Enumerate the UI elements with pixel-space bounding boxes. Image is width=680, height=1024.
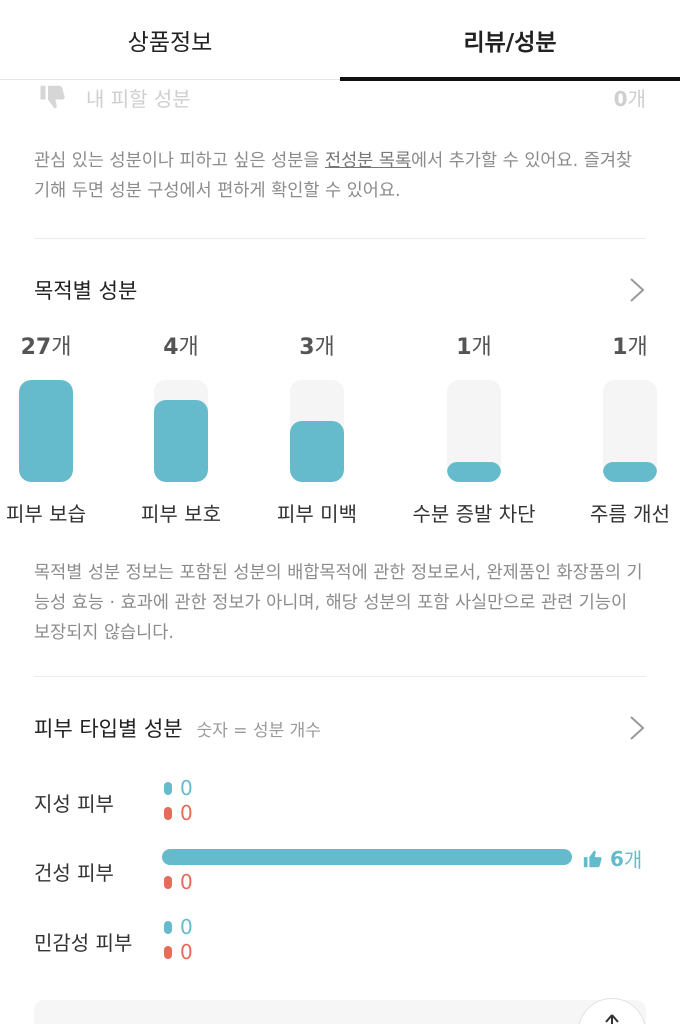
purpose-item[interactable]: 4개 피부 보호 <box>111 330 251 527</box>
tab-reviews-ingredients[interactable]: 리뷰/성분 <box>340 0 680 81</box>
good-bar <box>162 849 572 865</box>
favorites-note: 관심 있는 성분이나 피하고 싶은 성분을 전성분 목록에서 추가할 수 있어요… <box>34 151 633 201</box>
good-count-badge: 6개 <box>582 844 642 873</box>
bottom-card <box>34 1000 646 1024</box>
purpose-label: 피부 미백 <box>277 502 357 526</box>
purpose-bar-track <box>447 380 501 482</box>
skin-type-label: 지성 피부 <box>34 792 114 816</box>
bad-count: 0 <box>180 870 193 894</box>
chevron-right-icon <box>630 716 645 740</box>
tab-product-info[interactable]: 상품정보 <box>0 0 340 80</box>
skin-type-label: 민감성 피부 <box>34 931 133 955</box>
skin-bad-line: 0 <box>164 940 193 964</box>
skin-type-section-header[interactable]: 피부 타입별 성분 숫자 = 성분 개수 <box>34 708 646 748</box>
bad-count: 0 <box>180 801 193 825</box>
divider <box>34 238 646 239</box>
purpose-count: 4개 <box>163 335 199 360</box>
good-dot <box>164 781 172 795</box>
full-ingredients-link[interactable]: 전성분 목록 <box>325 151 411 171</box>
skin-type-row[interactable]: 건성 피부 6개 0 <box>34 844 646 896</box>
skin-good-line: 0 <box>164 776 193 800</box>
avoid-ingredients-count: 0개 <box>613 86 646 111</box>
avoid-ingredients-label: 내 피할 성분 <box>86 86 191 111</box>
skin-type-section-subtitle: 숫자 = 성분 개수 <box>196 720 321 741</box>
bad-dot <box>164 945 172 959</box>
purpose-bar-fill <box>154 400 208 482</box>
purpose-bar-track <box>154 380 208 482</box>
arrow-up-icon <box>605 1014 619 1024</box>
skin-bad-line: 0 <box>164 870 193 894</box>
skin-type-row[interactable]: 지성 피부 0 0 <box>34 775 646 827</box>
purpose-label: 피부 보습 <box>6 502 86 526</box>
purpose-disclaimer: 목적별 성분 정보는 포함된 성분의 배합목적에 관한 정보로서, 완제품인 화… <box>34 563 643 643</box>
purpose-bar-fill <box>290 420 344 482</box>
purpose-section-title: 목적별 성분 <box>34 279 138 303</box>
thumb-down-icon <box>40 85 65 109</box>
thumb-up-icon <box>583 850 602 867</box>
skin-type-row[interactable]: 민감성 피부 0 0 <box>34 914 646 966</box>
purpose-count: 1개 <box>456 335 492 360</box>
purpose-bar-fill <box>603 461 657 482</box>
chevron-right-icon <box>630 278 645 302</box>
purpose-label: 피부 보호 <box>141 502 221 526</box>
bad-count: 0 <box>180 940 193 964</box>
purpose-chart: 27개 피부 보습 4개 피부 보호 3개 피부 미백 1개 수분 증발 차단 … <box>0 330 680 530</box>
skin-good-line: 0 <box>164 915 193 939</box>
bad-dot <box>164 806 172 820</box>
purpose-count: 27개 <box>20 335 72 360</box>
purpose-bar-fill <box>447 461 501 482</box>
purpose-count: 1개 <box>612 335 648 360</box>
purpose-item[interactable]: 3개 피부 미백 <box>247 330 387 527</box>
purpose-bar-fill <box>19 380 73 482</box>
skin-type-section-title: 피부 타입별 성분 <box>34 717 183 741</box>
avoid-ingredients-row[interactable]: 내 피할 성분 0개 <box>38 80 646 114</box>
divider <box>34 676 646 677</box>
purpose-item[interactable]: 27개 피부 보습 <box>0 330 116 527</box>
purpose-bar-track <box>603 380 657 482</box>
tab-bar: 상품정보 리뷰/성분 <box>0 0 680 81</box>
good-count: 0 <box>180 776 193 800</box>
good-dot <box>164 920 172 934</box>
skin-bad-line: 0 <box>164 801 193 825</box>
purpose-label: 수분 증발 차단 <box>412 502 536 526</box>
purpose-label: 주름 개선 <box>590 502 670 526</box>
purpose-section-header[interactable]: 목적별 성분 <box>34 270 646 310</box>
purpose-bar-track <box>290 380 344 482</box>
skin-type-label: 건성 피부 <box>34 861 114 885</box>
bad-dot <box>164 875 172 889</box>
purpose-item[interactable]: 1개 수분 증발 차단 <box>404 330 544 527</box>
skin-good-line <box>162 845 572 869</box>
good-count: 0 <box>180 915 193 939</box>
purpose-item[interactable]: 1개 주름 개선 <box>560 330 680 527</box>
purpose-count: 3개 <box>299 335 335 360</box>
purpose-bar-track <box>19 380 73 482</box>
